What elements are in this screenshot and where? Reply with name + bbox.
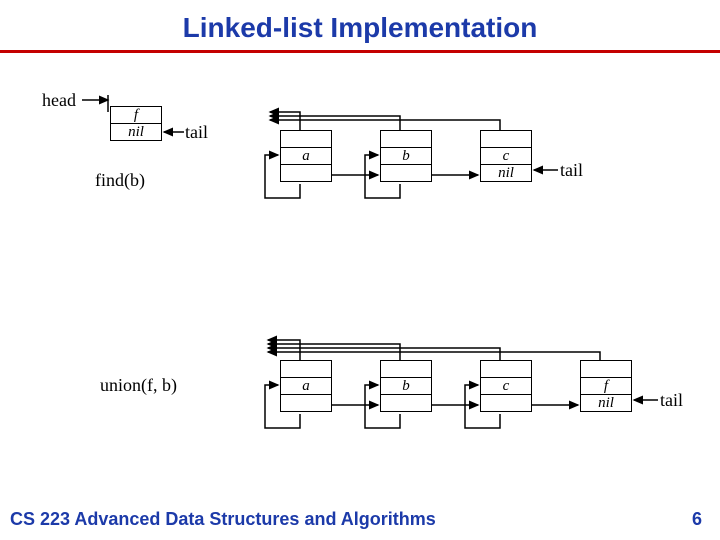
row2-c-mid: c [481,378,531,395]
row1-node-b: b [380,130,432,182]
row2-node-c: c [480,360,532,412]
row1-a-bot [281,165,331,181]
row2-node-b: b [380,360,432,412]
row2-b-mid: b [381,378,431,395]
row2-a-mid: a [281,378,331,395]
row2-c-bot [481,395,531,411]
arrows-overlay [0,0,720,540]
tail-label-1: tail [185,122,208,143]
row2-f-top [581,361,631,378]
row1-b-top [381,131,431,148]
union-label: union(f, b) [100,375,177,396]
title-rule [0,50,720,53]
row2-a-top [281,361,331,378]
head-bottom-cell: nil [111,124,161,140]
row2-f-bot: nil [581,395,631,411]
row1-c-mid: c [481,148,531,165]
row1-b-mid: b [381,148,431,165]
head-label: head [42,90,76,111]
row1-a-mid: a [281,148,331,165]
row1-node-a: a [280,130,332,182]
row1-a-top [281,131,331,148]
set-head-node: f nil [110,106,162,141]
tail-label-2: tail [560,160,583,181]
tail-label-3: tail [660,390,683,411]
row1-c-top [481,131,531,148]
head-top-cell: f [111,107,161,124]
row1-c-bot: nil [481,165,531,181]
footer-course: CS 223 Advanced Data Structures and Algo… [10,509,436,530]
row2-c-top [481,361,531,378]
row2-node-f: f nil [580,360,632,412]
find-b-label: find(b) [95,170,145,191]
row2-b-bot [381,395,431,411]
row1-node-c: c nil [480,130,532,182]
row2-f-mid: f [581,378,631,395]
row2-b-top [381,361,431,378]
row2-node-a: a [280,360,332,412]
page-title: Linked-list Implementation [0,0,720,44]
row2-a-bot [281,395,331,411]
footer-page-number: 6 [692,509,702,530]
row1-b-bot [381,165,431,181]
